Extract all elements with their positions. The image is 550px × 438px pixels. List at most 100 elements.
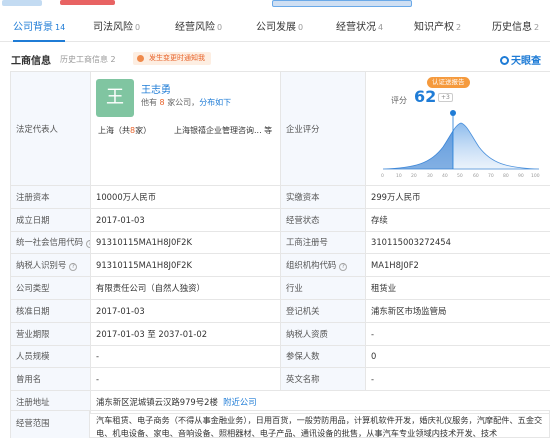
svg-text:50: 50 (457, 173, 463, 179)
cell-value: 存续 (365, 207, 550, 232)
distribution-curve (382, 122, 540, 169)
svg-text:0: 0 (381, 173, 384, 179)
cell-value: - (365, 367, 550, 392)
cell-label: 纳税人识别号 (16, 260, 67, 271)
business-info-table: 法定代表人 王 王志勇 他有 8 家公司，分布如下 上海（共8家） 上海银禧企业… (10, 71, 550, 414)
history-link-label: 历史工商信息 (60, 55, 108, 64)
nearby-companies-link[interactable]: 附近公司 (223, 397, 257, 407)
legal-rep-name[interactable]: 王志勇 (141, 81, 171, 96)
site-logo (2, 0, 42, 6)
tab-intellectual-property[interactable]: 知识产权 2 (414, 16, 461, 42)
cell-label: 统一社会信用代码 (16, 237, 83, 248)
table-row: 人员规模 - 参保人数 0 (10, 344, 550, 369)
location-prefix: 上海（共 (98, 125, 130, 135)
tab-count: 14 (55, 23, 66, 32)
legal-rep-cell: 王 王志勇 他有 8 家公司，分布如下 上海（共8家） 上海银禧企业管理咨询..… (90, 71, 281, 186)
tab-company-background[interactable]: 公司背景 14 (13, 16, 66, 42)
tab-history-info[interactable]: 历史信息 2 (492, 16, 539, 42)
cell-label: 行业 (280, 276, 366, 300)
score-plus-badge: +3 (438, 92, 453, 102)
cell-label: 经营状态 (280, 207, 366, 232)
tab-operating-status[interactable]: 经营状况 4 (336, 16, 383, 42)
cell-label: 工商注册号 (280, 230, 366, 255)
svg-text:20: 20 (411, 173, 417, 179)
cell-value: MA1H8J0F2 (365, 253, 550, 278)
location-count[interactable]: 上海（共8家） (98, 125, 151, 136)
history-link[interactable]: 历史工商信息 2 (60, 54, 116, 65)
notify-change-label: 发生变更时通知我 (149, 54, 205, 62)
table-row: 曾用名 - 英文名称 - (10, 367, 550, 392)
business-scope-row: 经营范围 汽车租赁、电子商务（不得从事金融业务），日用百货，一般劳防用品，计算机… (10, 410, 550, 438)
avatar[interactable]: 王 (96, 78, 134, 117)
scope-label: 经营范围 (11, 411, 90, 438)
related-company-link[interactable]: 上海银禧企业管理咨询... 等 (174, 125, 272, 136)
score-distribution-chart: 0 10 20 30 40 50 60 70 80 90 100 (381, 109, 540, 179)
tab-label: 知识产权 (414, 22, 454, 33)
notify-change-button[interactable]: 发生变更时通知我 (133, 52, 211, 65)
cell-value: 10000万人民币 (90, 185, 281, 209)
svg-text:80: 80 (503, 173, 509, 179)
tab-label: 司法风险 (93, 22, 133, 33)
history-link-count: 2 (110, 55, 116, 64)
cell-value: 2017-01-03 (90, 207, 281, 232)
tab-company-development[interactable]: 公司发展 0 (256, 16, 303, 42)
score-label: 企业评分 (280, 71, 366, 186)
tab-count: 0 (298, 23, 304, 32)
svg-text:90: 90 (518, 173, 524, 179)
tab-count: 0 (135, 23, 141, 32)
help-icon[interactable]: ? (69, 263, 78, 272)
address-value: 浦东新区泥城镇云汉路979号2楼 (96, 397, 218, 408)
svg-text:70: 70 (488, 173, 494, 179)
cell-value: 租赁业 (365, 276, 550, 300)
legal-rep-summary: 他有 8 家公司，分布如下 (141, 97, 231, 108)
tab-label: 历史信息 (492, 22, 532, 33)
table-row: 统一社会信用代码? 91310115MA1H8J0F2K 工商注册号 31011… (10, 230, 550, 255)
bell-icon (137, 55, 144, 62)
table-row: 纳税人识别号? 91310115MA1H8J0F2K 组织机构代码? MA1H8… (10, 253, 550, 278)
tab-judicial-risk[interactable]: 司法风险 0 (93, 16, 140, 42)
table-row: 营业期限 2017-01-03 至 2037-01-02 纳税人资质 - (10, 321, 550, 346)
cell-value: 310115003272454 (365, 230, 550, 255)
cell-label: 纳税人资质 (280, 321, 366, 346)
section-title: 工商信息 (11, 56, 51, 67)
distribution-link[interactable]: 分布如下 (199, 98, 231, 107)
location-suffix: 家） (135, 125, 152, 135)
legal-rep-label: 法定代表人 (10, 71, 91, 186)
tab-label: 经营风险 (175, 22, 215, 33)
tab-operating-risk[interactable]: 经营风险 0 (175, 16, 222, 42)
score-value: 62 (414, 86, 437, 106)
table-row: 公司类型 有限责任公司（自然人独资） 行业 租赁业 (10, 276, 550, 300)
top-bar (0, 0, 550, 10)
help-icon[interactable]: ? (86, 240, 90, 249)
table-row: 注册资本 10000万人民币 实缴资本 299万人民币 (10, 185, 550, 209)
cell-value: 299万人民币 (365, 185, 550, 209)
score-marker-dot (450, 109, 456, 116)
cell-value: 2017-01-03 至 2037-01-02 (90, 321, 281, 346)
cell-label: 英文名称 (280, 367, 366, 392)
brand-name: 天眼查 (511, 56, 541, 67)
cell-value: 有限责任公司（自然人独资） (90, 276, 281, 300)
tab-bar: 公司背景 14 司法风险 0 经营风险 0 公司发展 0 经营状况 4 知识产权 2 历史信… (0, 16, 550, 42)
cell-value: 91310115MA1H8J0F2K (90, 253, 281, 278)
scope-text: 汽车租赁、电子商务（不得从事金融业务），日用百货，一般劳防用品，计算机软件开发，… (96, 415, 543, 438)
tab-count: 0 (217, 23, 223, 32)
header-banner[interactable] (60, 0, 115, 5)
help-icon[interactable]: ? (339, 263, 348, 272)
cell-label: 营业期限 (10, 321, 91, 346)
score-prefix: 评分 (391, 95, 407, 105)
cell-value: - (365, 321, 550, 346)
table-row: 法定代表人 王 王志勇 他有 8 家公司，分布如下 上海（共8家） 上海银禧企业… (10, 71, 550, 186)
svg-text:30: 30 (427, 173, 433, 179)
cell-label: 实缴资本 (280, 185, 366, 209)
summary-prefix: 他有 (141, 97, 157, 107)
cell-label-with-help: 组织机构代码? (280, 253, 366, 278)
tab-count: 4 (378, 23, 384, 32)
score-area (383, 130, 453, 169)
search-input[interactable] (272, 0, 412, 7)
cell-value: - (90, 367, 281, 392)
svg-text:10: 10 (396, 173, 402, 179)
cell-label: 人员规模 (10, 344, 91, 369)
table-row: 核准日期 2017-01-03 登记机关 浦东新区市场监管局 (10, 298, 550, 323)
tab-count: 2 (456, 23, 462, 32)
cell-label: 组织机构代码 (286, 260, 337, 271)
